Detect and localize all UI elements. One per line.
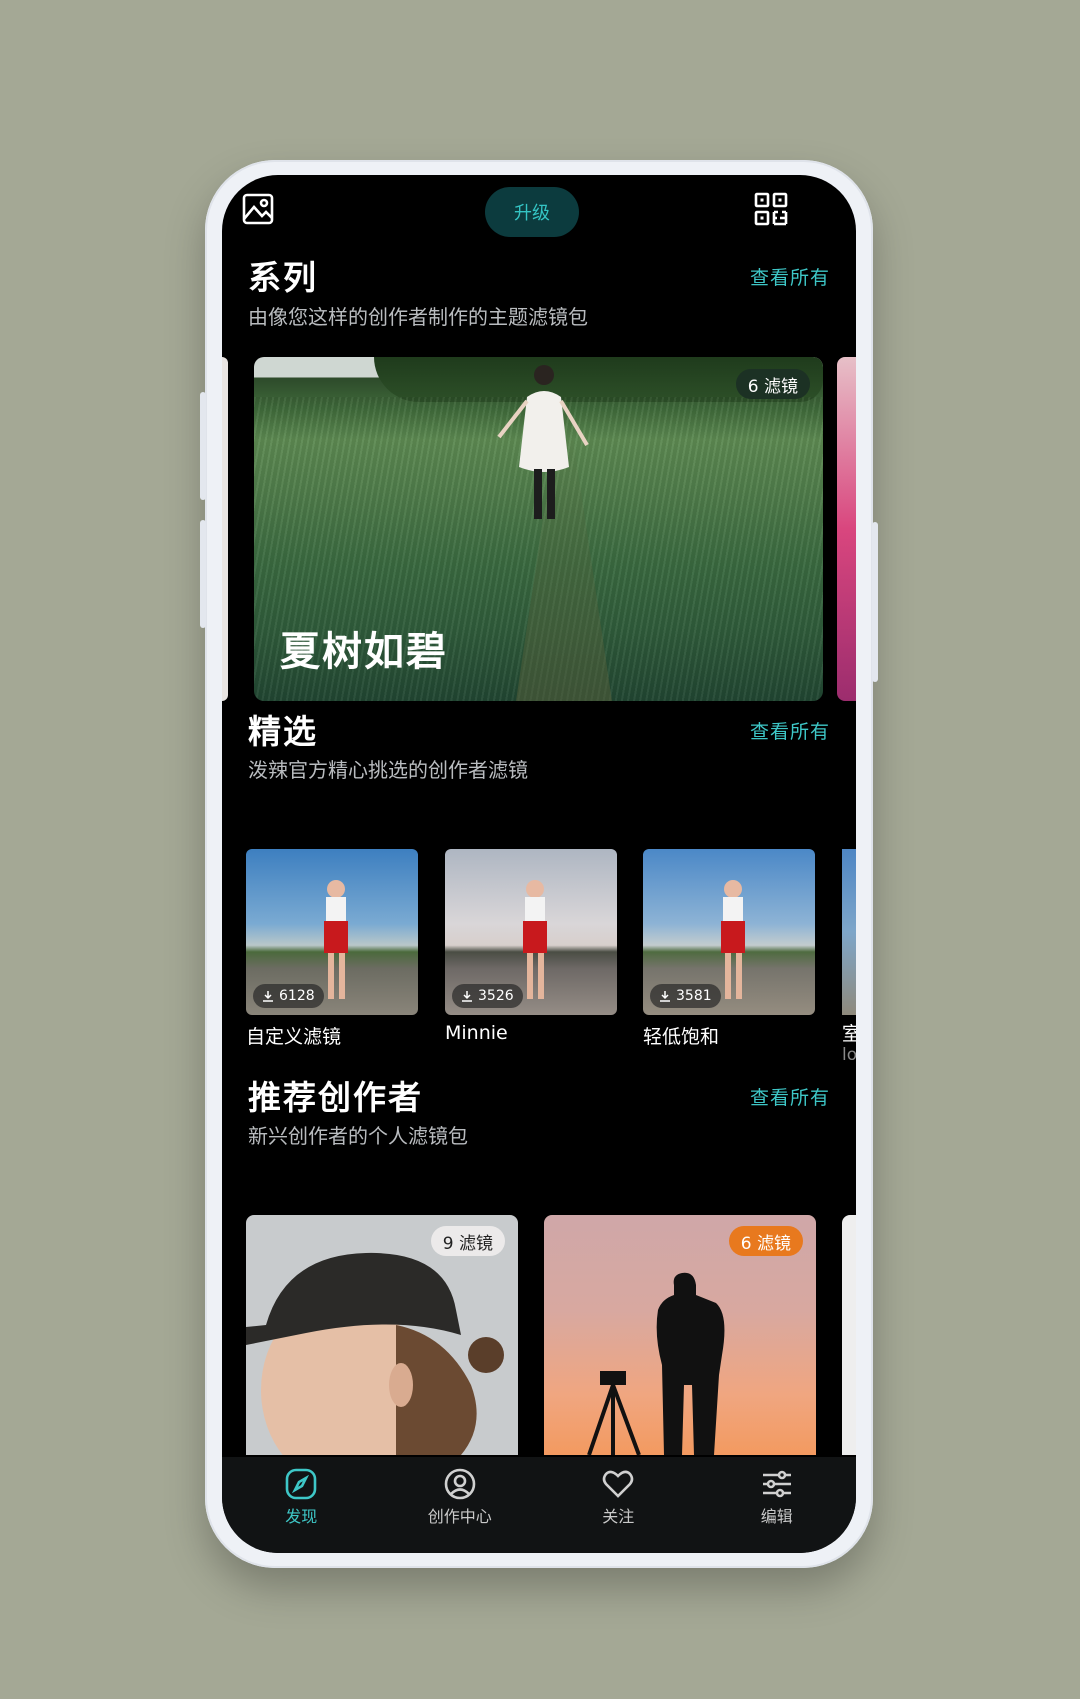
pick-thumbnail: 3581: [643, 849, 815, 1015]
creator-card[interactable]: 6 滤镜: [544, 1215, 816, 1455]
pick-label: 轻低饱和: [643, 1026, 720, 1048]
download-count: 3581: [650, 984, 721, 1008]
qr-code-icon[interactable]: [751, 189, 791, 229]
image-icon[interactable]: [238, 189, 278, 229]
nav-discover[interactable]: 发现: [222, 1457, 381, 1553]
download-count: 3526: [452, 984, 523, 1008]
next-creator-peek[interactable]: [842, 1215, 856, 1455]
filter-count-badge: 9 滤镜: [430, 1226, 505, 1256]
upgrade-button[interactable]: 升级: [485, 187, 579, 237]
compass-icon: [285, 1468, 317, 1500]
series-title: 系列: [248, 258, 318, 297]
pick-thumbnail: 6128: [246, 849, 418, 1015]
phone-frame: 升级 系列 查看所有 由像您这样的创作者制作的主题滤镜包 6 滤镜 夏树如碧 精…: [200, 160, 878, 1568]
download-icon: [462, 991, 472, 1002]
nav-label: 关注: [602, 1507, 635, 1526]
top-bar: 升级: [222, 175, 856, 255]
app-screen: 升级 系列 查看所有 由像您这样的创作者制作的主题滤镜包 6 滤镜 夏树如碧 精…: [222, 175, 856, 1553]
picks-see-all-link[interactable]: 查看所有: [750, 717, 830, 744]
creators-see-all-link[interactable]: 查看所有: [750, 1083, 830, 1110]
picks-title: 精选: [248, 712, 318, 751]
nav-label: 创作中心: [427, 1507, 492, 1526]
sliders-icon: [762, 1470, 791, 1498]
nav-label: 发现: [285, 1507, 318, 1526]
filter-count-badge: 6 滤镜: [735, 369, 810, 399]
pick-label: Minnie: [445, 1022, 508, 1044]
nav-edit[interactable]: 编辑: [698, 1457, 857, 1553]
creators-subtitle: 新兴创作者的个人滤镜包: [248, 1124, 468, 1148]
power-button: [872, 522, 878, 682]
filter-count-badge: 6 滤镜: [728, 1226, 803, 1256]
nav-follow[interactable]: 关注: [539, 1457, 698, 1553]
series-card-title: 夏树如碧: [280, 629, 448, 675]
creators-title: 推荐创作者: [248, 1078, 423, 1117]
bottom-nav: 发现 创作中心 关注 编辑: [222, 1457, 856, 1553]
pick-item[interactable]: 6128 自定义滤镜: [246, 849, 418, 1049]
prev-series-card-peek[interactable]: [222, 357, 228, 701]
download-icon: [263, 991, 273, 1002]
picks-subtitle: 泼辣官方精心挑选的创作者滤镜: [248, 758, 528, 782]
user-circle-icon: [444, 1468, 476, 1500]
volume-down-button: [200, 520, 206, 628]
series-subtitle: 由像您这样的创作者制作的主题滤镜包: [248, 305, 588, 329]
next-pick-label-peek: 室: [842, 1023, 856, 1045]
heart-icon: [602, 1470, 634, 1498]
series-see-all-link[interactable]: 查看所有: [750, 263, 830, 290]
download-count: 6128: [253, 984, 324, 1008]
next-pick-peek[interactable]: [842, 849, 856, 1015]
volume-up-button: [200, 392, 206, 500]
person-silhouette: [497, 365, 589, 519]
download-icon: [660, 991, 670, 1002]
pick-item[interactable]: 3526 Minnie: [445, 849, 617, 1044]
nav-label: 编辑: [760, 1507, 793, 1526]
pick-thumbnail: 3526: [445, 849, 617, 1015]
next-pick-sub-peek: lo: [842, 1045, 856, 1065]
pick-label: 自定义滤镜: [246, 1026, 342, 1048]
series-card[interactable]: 6 滤镜 夏树如碧: [254, 357, 823, 701]
pick-item[interactable]: 3581 轻低饱和: [643, 849, 815, 1049]
nav-creator-center[interactable]: 创作中心: [381, 1457, 540, 1553]
next-series-card-peek[interactable]: [837, 357, 856, 701]
creator-card[interactable]: 9 滤镜: [246, 1215, 518, 1455]
